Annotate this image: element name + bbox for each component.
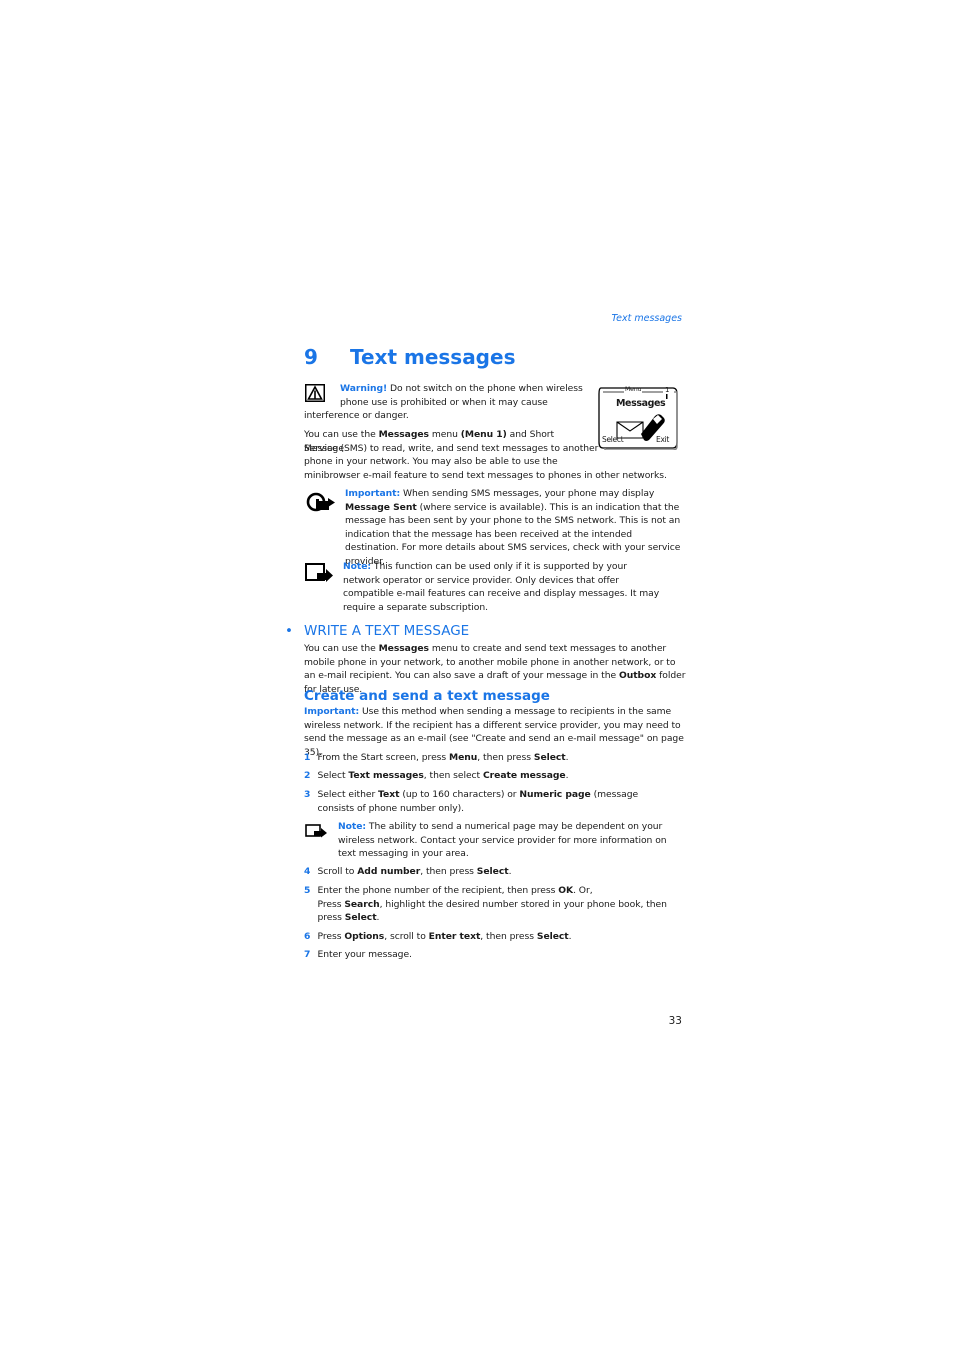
- note-1: Note: This function can be used only if …: [343, 561, 660, 613]
- warning-icon: [305, 384, 325, 402]
- important-label: Important:: [345, 488, 401, 499]
- step-number: 7: [304, 949, 311, 960]
- step-3: 3 Select either Text (up to 160 characte…: [304, 789, 639, 814]
- page-number: 33: [668, 1015, 682, 1027]
- phone-screen-illustration: Menu 1 Messages Select Exit: [597, 386, 678, 451]
- chapter-number: 9: [304, 345, 318, 369]
- step-5: 5 Enter the phone number of the recipien…: [304, 885, 667, 924]
- note-2: Note: The ability to send a numerical pa…: [338, 821, 667, 860]
- important-note: Important: When sending SMS messages, yo…: [345, 488, 681, 567]
- running-head: Text messages: [611, 313, 683, 324]
- warning-line-3: interference or danger.: [304, 410, 409, 421]
- step-2: 2 Select Text messages, then select Crea…: [304, 770, 569, 781]
- note-label: Note:: [338, 821, 367, 832]
- warning-line-2: phone use is prohibited or when it may c…: [340, 397, 548, 408]
- step-number: 1: [304, 752, 311, 763]
- step-number: 6: [304, 931, 311, 942]
- step-6: 6 Press Options, scroll to Enter text, t…: [304, 931, 572, 942]
- intro-line-2: Service (SMS) to read, write, and send t…: [304, 443, 599, 454]
- phone-screen-index: 1: [665, 386, 670, 394]
- phone-screen-header: Menu: [625, 386, 642, 393]
- step-number: 3: [304, 789, 311, 800]
- phone-left-softkey: Select: [602, 435, 624, 444]
- note-label: Note:: [343, 561, 372, 572]
- chapter-title: Text messages: [350, 345, 516, 369]
- intro-line-3: phone in your network. You may also be a…: [304, 456, 558, 467]
- warning-line-1: Warning! Do not switch on the phone when…: [340, 383, 583, 394]
- note-icon: [305, 563, 334, 583]
- intro-line-4: minibrowser e-mail feature to send text …: [304, 470, 667, 481]
- step-1: 1 From the Start screen, press Menu, the…: [304, 752, 569, 763]
- step-number: 4: [304, 866, 311, 877]
- step-number: 2: [304, 770, 311, 781]
- important-icon: [306, 491, 336, 513]
- note-icon: [305, 823, 328, 838]
- phone-screen-title: Messages: [616, 398, 666, 409]
- bullet: •: [285, 623, 293, 639]
- phone-right-softkey: Exit: [656, 435, 670, 444]
- subsection-heading: Create and send a text message: [304, 688, 550, 704]
- step-4: 4 Scroll to Add number, then press Selec…: [304, 866, 512, 877]
- step-7: 7 Enter your message.: [304, 949, 412, 960]
- important-label: Important:: [304, 706, 360, 717]
- step-number: 5: [304, 885, 311, 896]
- warning-label: Warning!: [340, 383, 388, 394]
- section-heading: • WRITE A TEXT MESSAGE: [285, 623, 470, 639]
